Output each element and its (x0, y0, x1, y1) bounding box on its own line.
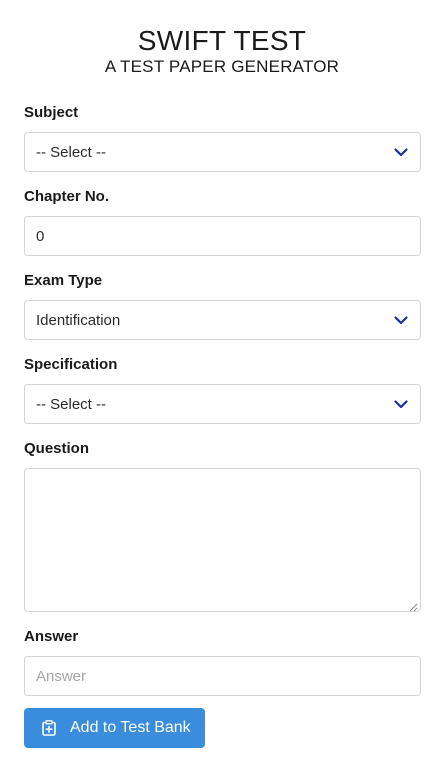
question-label: Question (24, 440, 90, 457)
chevron-down-icon (393, 396, 409, 412)
exam-type-select[interactable]: Identification (24, 300, 421, 340)
add-to-test-bank-button[interactable]: Add to Test Bank (24, 708, 205, 748)
answer-input[interactable]: Answer (24, 656, 421, 696)
resize-handle-icon[interactable] (408, 599, 418, 612)
answer-label: Answer (24, 628, 79, 645)
specification-select-value: -- Select -- (36, 395, 107, 413)
add-to-test-bank-label: Add to Test Bank (70, 719, 191, 736)
page-header: SWIFT TEST A TEST PAPER GENERATOR (0, 0, 444, 77)
page-title: SWIFT TEST (137, 25, 307, 56)
chevron-down-icon (393, 312, 409, 328)
question-textarea[interactable] (24, 468, 421, 612)
clipboard-plus-icon (40, 719, 58, 737)
chevron-down-icon (393, 144, 409, 160)
chapter-label: Chapter No. (24, 188, 110, 205)
exam-type-select-value: Identification (36, 311, 121, 329)
chapter-number-input[interactable]: 0 (24, 216, 421, 256)
subject-select-value: -- Select -- (36, 143, 107, 161)
answer-placeholder: Answer (36, 667, 87, 685)
specification-label: Specification (24, 356, 118, 373)
subject-select[interactable]: -- Select -- (24, 132, 421, 172)
subject-label: Subject (24, 104, 79, 121)
specification-select[interactable]: -- Select -- (24, 384, 421, 424)
page-subtitle: A TEST PAPER GENERATOR (104, 57, 340, 76)
exam-type-label: Exam Type (24, 272, 103, 289)
chapter-number-value: 0 (36, 227, 45, 245)
